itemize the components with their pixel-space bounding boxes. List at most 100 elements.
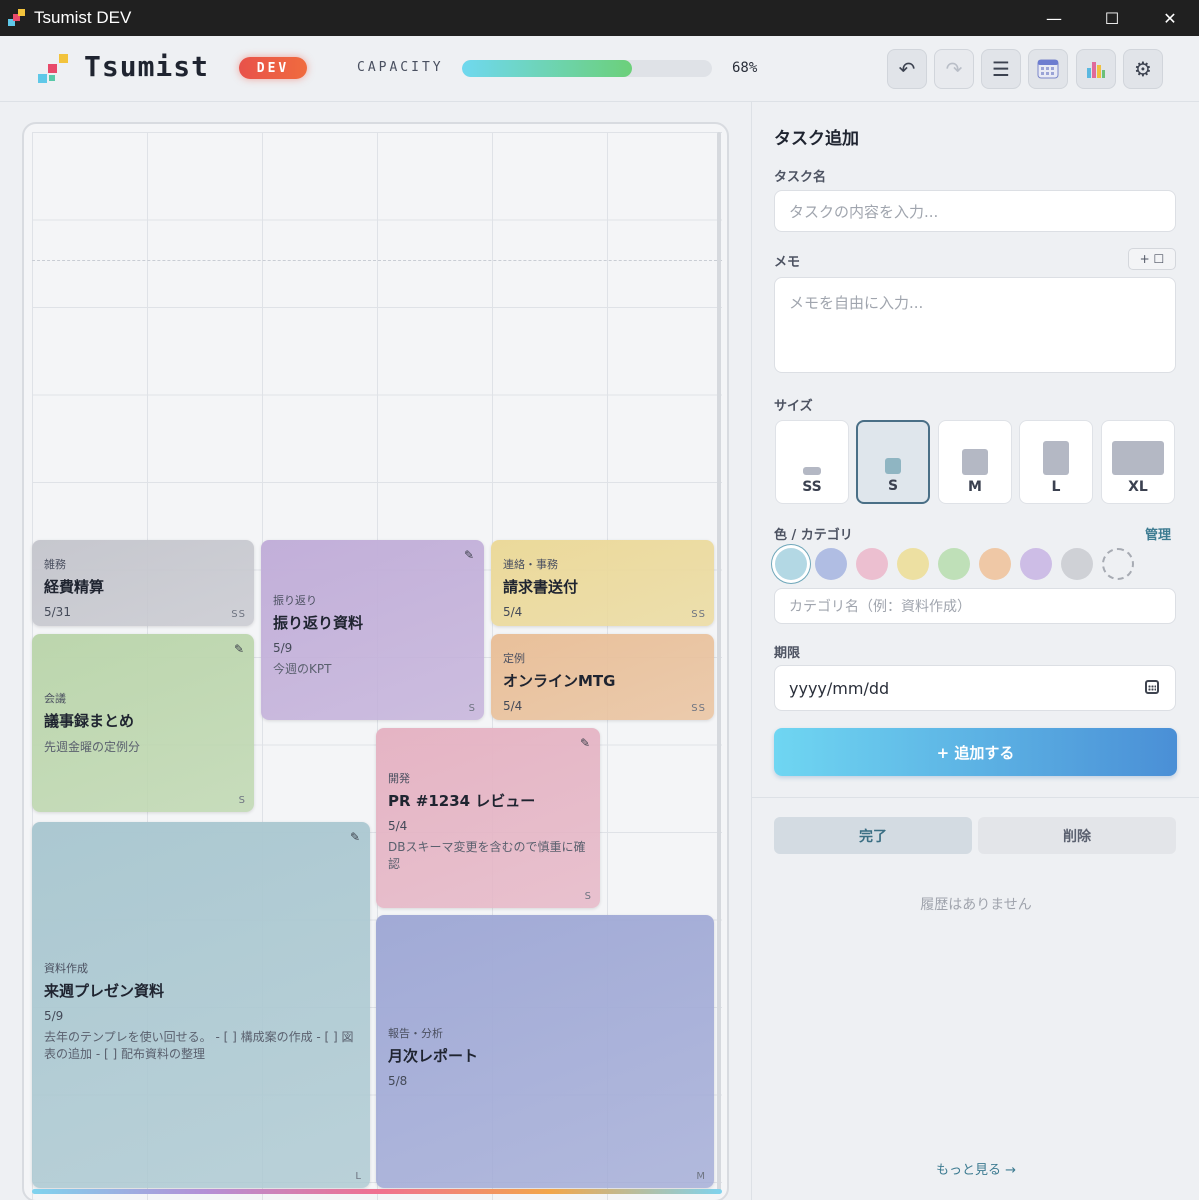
panel-title: タスク追加 [774, 129, 859, 149]
card-size: L [355, 1171, 362, 1182]
category-name-input[interactable]: カテゴリ名（例：資料作成） [774, 588, 1176, 624]
card-memo: 今週のKPT [273, 662, 332, 676]
size-label: サイズ [774, 399, 813, 414]
history-empty-message: 履歴はありません [920, 897, 1032, 913]
calendar-picker-icon[interactable] [1145, 680, 1159, 694]
color-category-label: 色 / カテゴリ [774, 528, 853, 543]
size-option-ss[interactable]: SS [775, 420, 849, 504]
task-card[interactable]: 定例 オンラインMTG 5/4 SS [491, 634, 714, 720]
card-title: PR #1234 レビュー [388, 792, 536, 810]
task-card[interactable]: 報告・分析 月次レポート 5/8 M [376, 915, 714, 1188]
card-size: SS [231, 609, 246, 620]
stats-button[interactable] [1076, 49, 1116, 89]
card-due: 5/8 [388, 1074, 408, 1088]
card-title: 請求書送付 [503, 578, 579, 596]
task-board[interactable]: 雑務 経費精算 5/31 SS ✎ 振り返り 振り返り資料 5/9 今週のKPT… [22, 122, 729, 1200]
card-category: 会議 [44, 692, 66, 705]
tab-completed[interactable]: 完了 [774, 817, 972, 854]
settings-button[interactable]: ⚙ [1123, 49, 1163, 89]
due-label: 期限 [774, 646, 801, 661]
card-due: 5/31 [44, 605, 71, 619]
minimize-button[interactable]: — [1025, 0, 1083, 36]
panel-divider [752, 797, 1199, 798]
card-size: S [238, 795, 246, 806]
undo-button[interactable]: ↶ [887, 49, 927, 89]
maximize-button[interactable]: ☐ [1083, 0, 1141, 36]
manage-categories-link[interactable]: 管理 [1145, 524, 1171, 543]
add-task-panel: タスク追加 タスク名 タスクの内容を入力... メモ + ☐ メモを自由に入力.… [751, 102, 1199, 1200]
card-size: M [696, 1171, 706, 1182]
card-due: 5/4 [388, 819, 408, 833]
color-swatch[interactable] [979, 548, 1011, 580]
card-size: S [468, 703, 476, 714]
card-category: 雑務 [44, 558, 66, 571]
due-date-value: yyyy/mm/dd [789, 678, 890, 698]
color-swatch[interactable] [897, 548, 929, 580]
card-due: 5/4 [503, 699, 523, 713]
card-title: 来週プレゼン資料 [44, 982, 165, 1000]
task-card[interactable]: ✎ 開発 PR #1234 レビュー 5/4 DBスキーマ変更を含むので慎重に確… [376, 728, 600, 908]
window-title: Tsumist DEV [34, 8, 132, 27]
size-option-xl[interactable]: XL [1101, 420, 1175, 504]
calendar-button[interactable] [1028, 49, 1068, 89]
capacity-bar-fill [462, 60, 632, 77]
pencil-icon[interactable]: ✎ [464, 548, 474, 562]
card-title: オンラインMTG [503, 672, 616, 690]
card-category: 振り返り [273, 594, 317, 607]
add-task-button[interactable]: + 追加する [774, 728, 1177, 776]
card-due: 5/9 [273, 641, 293, 655]
task-name-input[interactable]: タスクの内容を入力... [774, 190, 1176, 232]
size-option-m[interactable]: M [938, 420, 1012, 504]
memo-textarea[interactable]: メモを自由に入力... [774, 277, 1176, 373]
card-size: SS [691, 703, 706, 714]
card-title: 月次レポート [388, 1047, 479, 1065]
due-date-input[interactable]: yyyy/mm/dd [774, 665, 1176, 711]
card-title: 振り返り資料 [273, 614, 364, 632]
card-category: 報告・分析 [388, 1027, 443, 1040]
size-option-l[interactable]: L [1019, 420, 1093, 504]
card-size: SS [691, 609, 706, 620]
color-swatch[interactable] [775, 548, 807, 580]
list-view-button[interactable]: ☰ [981, 49, 1021, 89]
show-more-link[interactable]: もっと見る → [752, 1159, 1199, 1178]
card-category: 資料作成 [44, 962, 88, 975]
logo-icon [38, 52, 72, 86]
memo-label: メモ [774, 255, 801, 270]
pencil-icon[interactable]: ✎ [350, 830, 360, 844]
capacity-bar [462, 60, 712, 77]
window-titlebar: Tsumist DEV — ☐ ✕ [0, 0, 1199, 36]
card-category: 定例 [503, 652, 525, 665]
pencil-icon[interactable]: ✎ [234, 642, 244, 656]
color-swatch[interactable] [815, 548, 847, 580]
board-scrollbar[interactable] [717, 132, 721, 1192]
card-title: 経費精算 [44, 578, 105, 596]
card-memo: 去年のテンプレを使い回せる。 - [ ] 構成案の作成 - [ ] 図表の追加 … [44, 1030, 354, 1061]
card-memo: 先週金曜の定例分 [44, 740, 141, 754]
task-card[interactable]: 雑務 経費精算 5/31 SS [32, 540, 254, 626]
bar-chart-icon [1087, 62, 1105, 78]
pencil-icon[interactable]: ✎ [580, 736, 590, 750]
task-card[interactable]: ✎ 資料作成 来週プレゼン資料 5/9 去年のテンプレを使い回せる。 - [ ]… [32, 822, 370, 1188]
redo-button[interactable]: ↷ [934, 49, 974, 89]
task-name-label: タスク名 [774, 170, 827, 185]
card-category: 連絡・事務 [503, 558, 558, 571]
size-option-s[interactable]: S [856, 420, 930, 504]
board-bottom-bar [32, 1189, 722, 1194]
task-card[interactable]: 連絡・事務 請求書送付 5/4 SS [491, 540, 714, 626]
color-swatch[interactable] [856, 548, 888, 580]
card-due: 5/4 [503, 605, 523, 619]
task-card[interactable]: ✎ 振り返り 振り返り資料 5/9 今週のKPT S [261, 540, 484, 720]
card-category: 開発 [388, 772, 410, 785]
tab-deleted[interactable]: 削除 [978, 817, 1176, 854]
memo-checklist-button[interactable]: + ☐ [1128, 248, 1176, 270]
color-swatch[interactable] [938, 548, 970, 580]
calendar-icon [1037, 59, 1059, 79]
task-card[interactable]: ✎ 会議 議事録まとめ 先週金曜の定例分 S [32, 634, 254, 812]
custom-color-swatch[interactable] [1102, 548, 1134, 580]
card-title: 議事録まとめ [44, 712, 135, 730]
color-swatch[interactable] [1061, 548, 1093, 580]
color-swatch[interactable] [1020, 548, 1052, 580]
capacity-label: CAPACITY [357, 60, 444, 75]
close-button[interactable]: ✕ [1141, 0, 1199, 36]
brand-name: Tsumist [84, 50, 210, 83]
